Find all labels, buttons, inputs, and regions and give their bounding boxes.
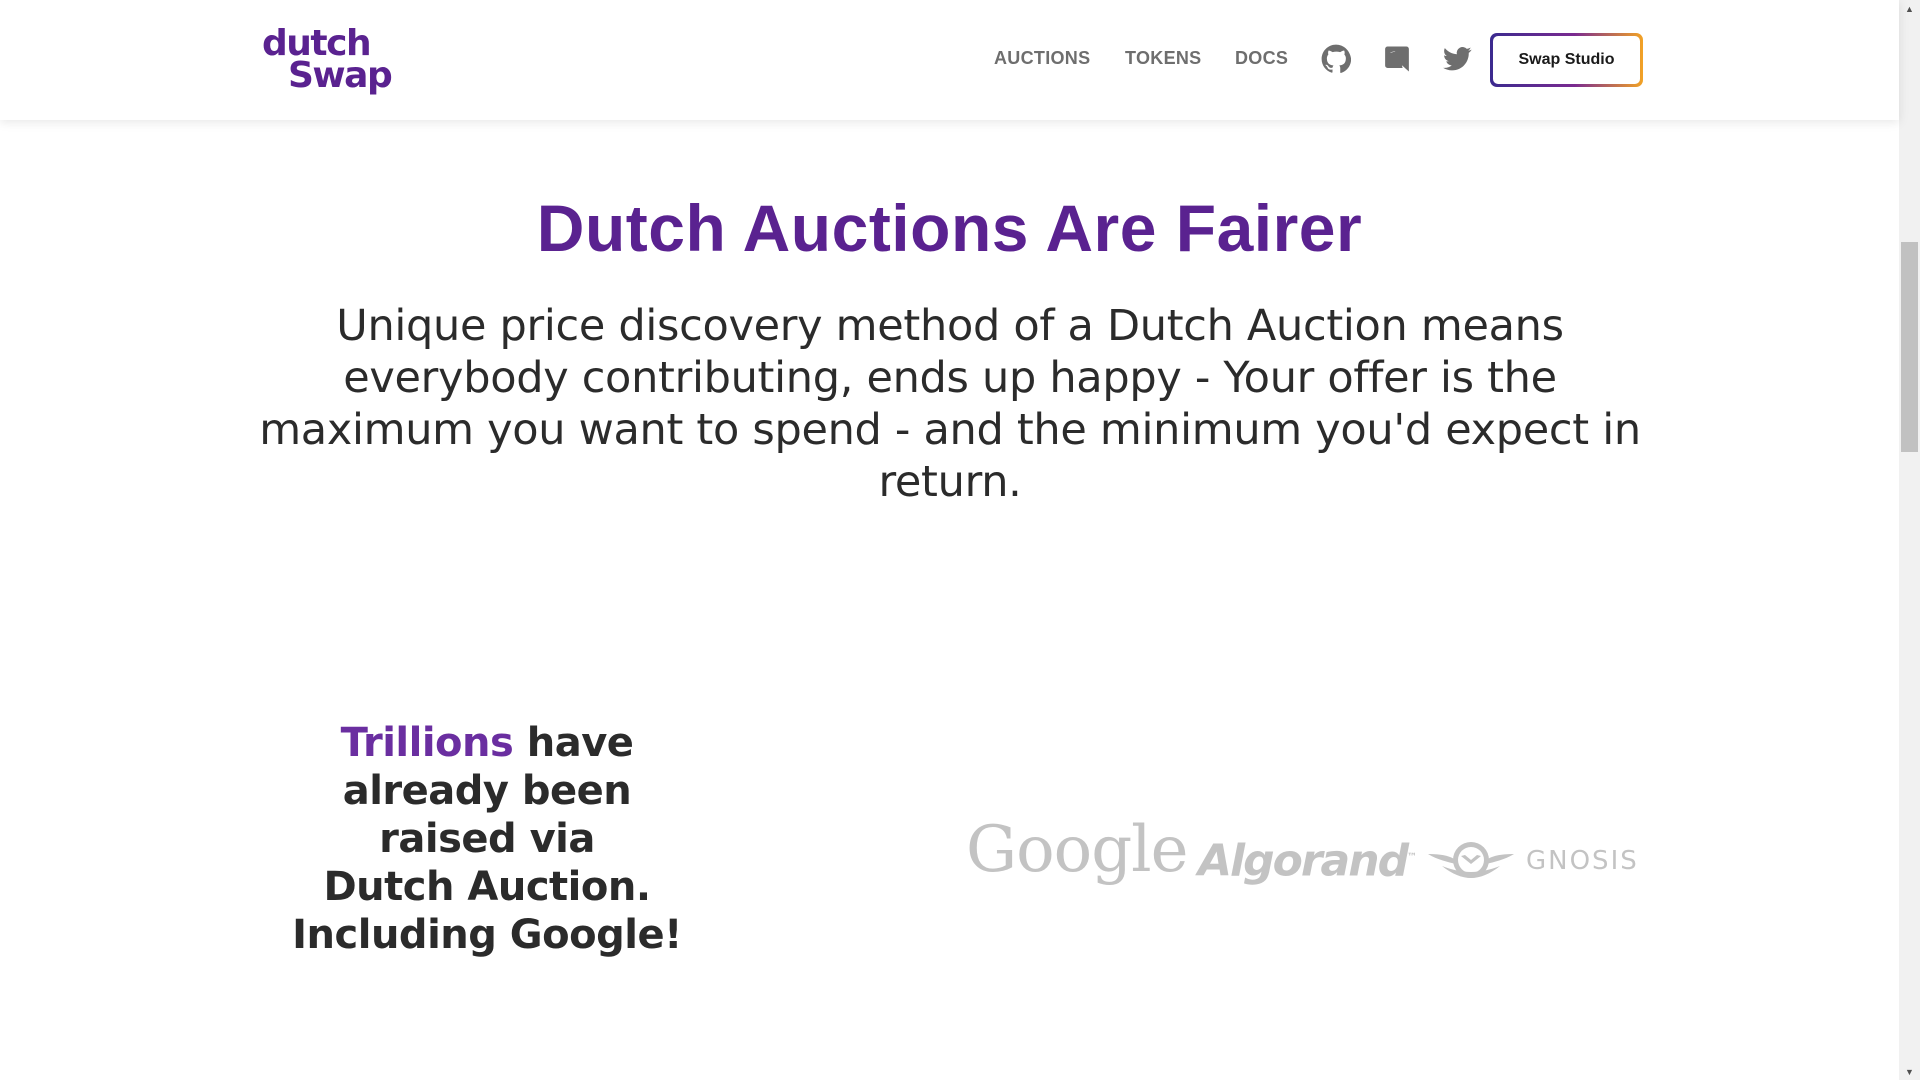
algorand-wordmark: Algorand (1198, 835, 1409, 887)
trillions-line1: Trillions have (287, 719, 687, 767)
trillions-line4: Dutch Auction. (323, 864, 651, 910)
scroll-up-arrow-icon[interactable]: ▲ (1899, 0, 1920, 17)
trillions-accent: Trillions (340, 720, 514, 766)
hero-title: Dutch Auctions Are Fairer (536, 191, 1363, 265)
trillions-line2: already been (342, 768, 632, 814)
trillions-statement: Trillions have already been raised via D… (287, 719, 687, 959)
gnosis-owl-icon (1428, 842, 1514, 878)
trillions-line5: Including Google! (292, 912, 682, 958)
github-icon[interactable] (1321, 44, 1351, 74)
site-header: dutch Swap AUCTIONS TOKENS DOCS Swap Stu… (0, 0, 1899, 120)
gnosis-wordmark: GNOSIS (1526, 846, 1639, 876)
swap-studio-label: Swap Studio (1493, 36, 1640, 84)
algorand-logo: Algorand™ (1198, 828, 1417, 892)
swap-studio-button[interactable]: Swap Studio (1490, 33, 1643, 87)
nav-auctions[interactable]: AUCTIONS (994, 46, 1090, 70)
trillions-line1-rest: have (513, 720, 634, 766)
page-scrollbar[interactable]: ▲ ▼ (1899, 0, 1920, 1080)
twitter-icon[interactable] (1442, 44, 1472, 74)
dutchswap-logo[interactable]: dutch Swap (262, 24, 393, 96)
nav-docs[interactable]: DOCS (1235, 46, 1288, 70)
logo-text-line2: Swap (288, 55, 393, 96)
algorand-trademark: ™ (1407, 852, 1418, 863)
hero-description: Unique price discovery method of a Dutch… (259, 301, 1641, 507)
gnosis-logo: GNOSIS (1428, 836, 1637, 886)
nav-tokens[interactable]: TOKENS (1125, 46, 1201, 70)
google-logo: Google (966, 813, 1188, 887)
scroll-down-arrow-icon[interactable]: ▼ (1899, 1063, 1920, 1080)
discord-icon[interactable] (1382, 44, 1412, 74)
scrollbar-thumb[interactable] (1901, 242, 1918, 452)
trillions-line3: raised via (379, 816, 595, 862)
